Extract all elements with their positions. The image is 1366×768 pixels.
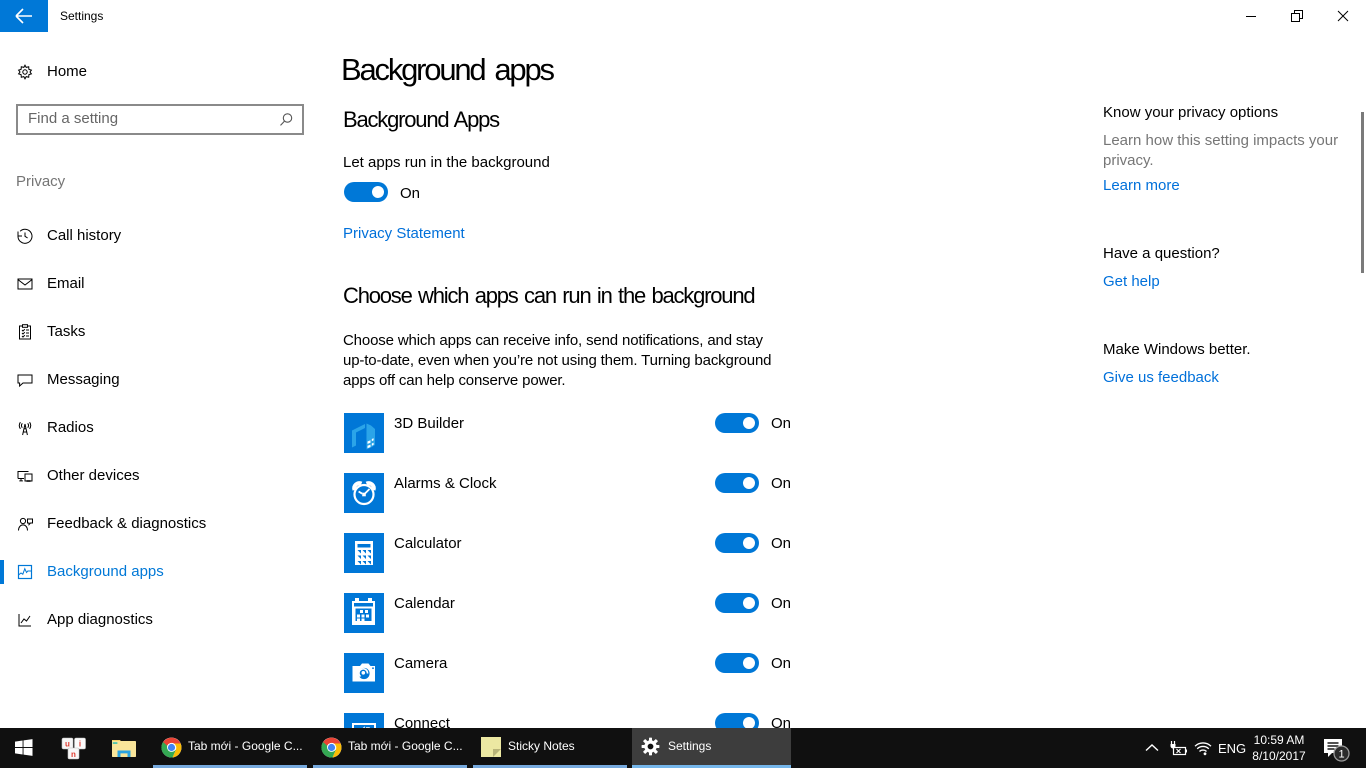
svg-text:1: 1 <box>1338 749 1344 761</box>
svg-text:i: i <box>79 740 81 749</box>
svg-text:n: n <box>71 750 76 759</box>
svg-text:u: u <box>65 740 70 749</box>
